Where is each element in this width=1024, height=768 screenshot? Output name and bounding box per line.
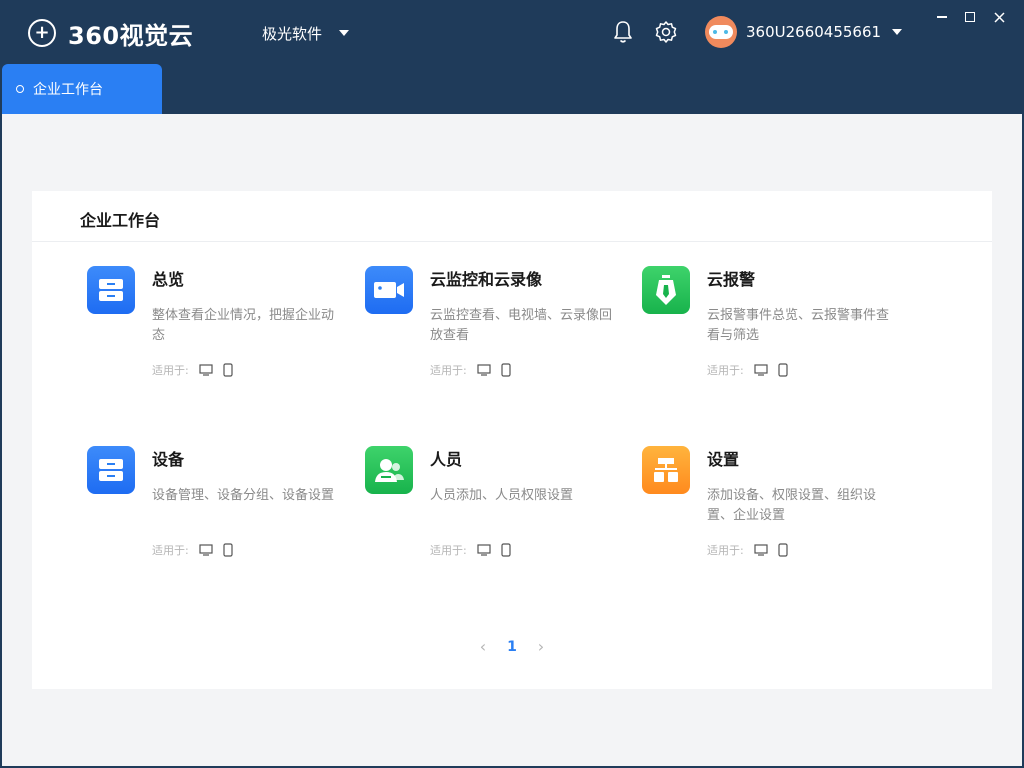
card-title: 总览 xyxy=(152,270,185,289)
content-area: 企业工作台 总览 整体查看企业情况，把握企业动态 适用于: 云监控和云录像 云监… xyxy=(2,114,1022,766)
platform-support: 适用于: xyxy=(707,542,788,558)
minimize-button[interactable] xyxy=(933,8,951,26)
apply-label: 适用于: xyxy=(430,364,467,377)
desktop-icon xyxy=(754,544,768,556)
card-personnel[interactable]: 人员 人员添加、人员权限设置 适用于: xyxy=(365,446,625,576)
card-description: 添加设备、权限设置、组织设置、企业设置 xyxy=(707,488,877,523)
org-name: 极光软件 xyxy=(262,24,323,43)
platform-support: 适用于: xyxy=(707,362,788,378)
card-description: 整体查看企业情况，把握企业动态 xyxy=(152,308,335,343)
title-bar: + 360视觉云 极光软件 360U2660455661 xyxy=(0,0,1024,64)
cabinet-icon xyxy=(87,446,135,494)
refresh-icon xyxy=(16,85,24,93)
mobile-icon xyxy=(778,363,788,377)
user-menu[interactable]: 360U2660455661 xyxy=(705,16,903,48)
next-page-button[interactable]: › xyxy=(531,637,551,656)
close-button[interactable] xyxy=(990,8,1008,26)
cabinet-icon xyxy=(87,266,135,314)
avatar xyxy=(705,16,737,48)
tab-label: 企业工作台 xyxy=(33,82,103,98)
minimize-icon xyxy=(937,16,947,18)
org-selector[interactable]: 极光软件 xyxy=(262,22,350,44)
desktop-icon xyxy=(199,544,213,556)
card-settings[interactable]: 设置 添加设备、权限设置、组织设置、企业设置 适用于: xyxy=(642,446,902,576)
org-chart-icon xyxy=(642,446,690,494)
bell-icon[interactable] xyxy=(612,20,634,44)
desktop-icon xyxy=(199,364,213,376)
platform-support: 适用于: xyxy=(152,362,233,378)
card-description: 人员添加、人员权限设置 xyxy=(430,488,574,503)
card-cloud-alarm[interactable]: 云报警 云报警事件总览、云报警事件查看与筛选 适用于: xyxy=(642,266,902,396)
platform-support: 适用于: xyxy=(152,542,233,558)
card-description: 云监控查看、电视墙、云录像回放查看 xyxy=(430,308,613,343)
tab-enterprise-workbench[interactable]: 企业工作台 xyxy=(2,64,162,114)
users-icon xyxy=(365,446,413,494)
page-number-current[interactable]: 1 xyxy=(493,639,531,655)
chevron-down-icon xyxy=(339,30,350,36)
pagination: ‹ 1 › xyxy=(32,637,992,656)
alarm-icon xyxy=(642,266,690,314)
card-title: 设置 xyxy=(707,450,740,469)
mobile-icon xyxy=(501,543,511,557)
card-title: 设备 xyxy=(152,450,185,469)
panel-title: 企业工作台 xyxy=(80,211,161,230)
apply-label: 适用于: xyxy=(152,364,189,377)
mobile-icon xyxy=(501,363,511,377)
workbench-panel: 企业工作台 总览 整体查看企业情况，把握企业动态 适用于: 云监控和云录像 云监… xyxy=(32,191,992,689)
camera-icon xyxy=(365,266,413,314)
maximize-icon xyxy=(965,12,975,22)
user-name: 360U2660455661 xyxy=(746,23,882,41)
mobile-icon xyxy=(778,543,788,557)
app-logo: + 360视觉云 xyxy=(28,18,194,50)
chevron-down-icon xyxy=(892,29,903,35)
card-title: 人员 xyxy=(430,450,463,469)
card-description: 云报警事件总览、云报警事件查看与筛选 xyxy=(707,308,890,343)
mobile-icon xyxy=(223,363,233,377)
card-overview[interactable]: 总览 整体查看企业情况，把握企业动态 适用于: xyxy=(87,266,347,396)
mobile-icon xyxy=(223,543,233,557)
platform-support: 适用于: xyxy=(430,542,511,558)
apply-label: 适用于: xyxy=(152,544,189,557)
card-title: 云监控和云录像 xyxy=(430,270,543,289)
card-devices[interactable]: 设备 设备管理、设备分组、设备设置 适用于: xyxy=(87,446,347,576)
desktop-icon xyxy=(477,544,491,556)
card-cloud-monitoring[interactable]: 云监控和云录像 云监控查看、电视墙、云录像回放查看 适用于: xyxy=(365,266,625,396)
divider xyxy=(32,241,992,242)
logo-text: 360视觉云 xyxy=(68,21,194,50)
card-description: 设备管理、设备分组、设备设置 xyxy=(152,488,335,503)
maximize-button[interactable] xyxy=(961,8,979,26)
desktop-icon xyxy=(754,364,768,376)
logo-plus-icon: + xyxy=(28,19,56,47)
close-icon xyxy=(993,11,1005,23)
apply-label: 适用于: xyxy=(707,364,744,377)
gear-icon[interactable] xyxy=(654,20,678,44)
prev-page-button[interactable]: ‹ xyxy=(473,637,493,656)
apply-label: 适用于: xyxy=(707,544,744,557)
desktop-icon xyxy=(477,364,491,376)
platform-support: 适用于: xyxy=(430,362,511,378)
card-title: 云报警 xyxy=(707,270,756,289)
apply-label: 适用于: xyxy=(430,544,467,557)
